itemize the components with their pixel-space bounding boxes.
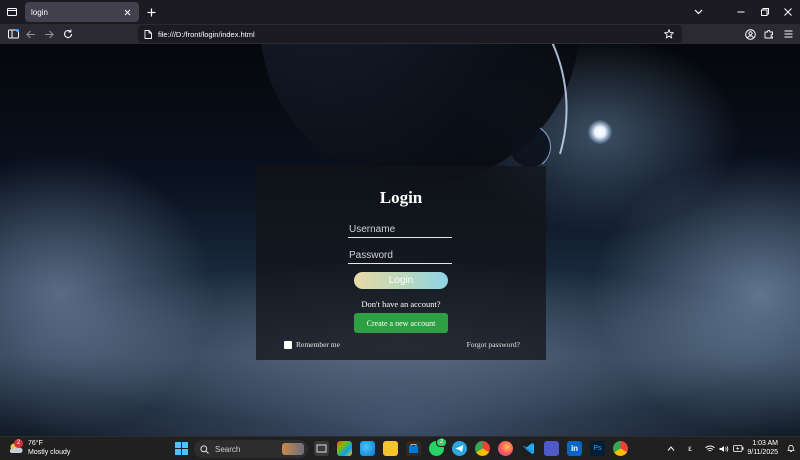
battery-status[interactable] xyxy=(732,441,744,456)
tab-list-button[interactable] xyxy=(0,0,24,24)
windows-taskbar: 2 76°F Mostly cloudy Search 2 in Ps ε 1:… xyxy=(0,436,800,460)
notifications-button[interactable] xyxy=(786,441,796,456)
vscode-icon[interactable] xyxy=(521,441,536,456)
copilot-app-icon[interactable] xyxy=(337,441,352,456)
chevron-up-icon xyxy=(667,446,675,451)
chrome-profile-icon[interactable] xyxy=(613,441,628,456)
paper-plane-icon xyxy=(455,445,464,452)
page-background: Login Login Don't have an account? Creat… xyxy=(0,44,800,436)
whatsapp-icon[interactable]: 2 xyxy=(429,438,447,456)
extensions-button[interactable] xyxy=(761,26,777,42)
linkedin-icon[interactable]: in xyxy=(567,441,582,456)
plus-icon xyxy=(147,8,155,16)
chrome-browser-icon[interactable] xyxy=(475,441,490,456)
weather-badge: 2 xyxy=(14,439,23,448)
back-button[interactable] xyxy=(23,26,39,42)
arrow-right-icon xyxy=(45,30,54,38)
browser-tab-strip: login xyxy=(0,0,800,24)
speaker-icon xyxy=(719,445,729,452)
whatsapp-badge: 2 xyxy=(436,438,447,447)
login-card: Login Login Don't have an account? Creat… xyxy=(256,166,546,360)
vscode-logo-icon xyxy=(523,443,534,454)
weather-temperature: 76°F xyxy=(28,440,43,447)
close-window-button[interactable] xyxy=(780,4,796,20)
clock-time: 1:03 AM xyxy=(752,440,778,447)
minimize-icon xyxy=(737,11,745,13)
star-icon xyxy=(664,29,674,39)
forgot-password-link[interactable]: Forgot password? xyxy=(467,340,520,349)
battery-charging-icon xyxy=(732,445,743,452)
restore-icon xyxy=(761,8,769,16)
remember-me-checkbox[interactable] xyxy=(284,340,292,349)
search-icon xyxy=(200,444,209,454)
sidebar-toggle-button[interactable] xyxy=(5,26,21,42)
edge-browser-icon[interactable] xyxy=(360,441,375,456)
tab-title: login xyxy=(31,7,48,17)
remember-me-label: Remember me xyxy=(296,340,340,349)
moon-glow-decoration xyxy=(588,120,612,144)
new-tab-button[interactable] xyxy=(143,4,159,20)
puzzle-icon xyxy=(764,30,773,39)
minimize-button[interactable] xyxy=(733,4,749,20)
reload-icon xyxy=(64,29,73,39)
system-clock[interactable]: 1:03 AM 9/11/2025 xyxy=(747,439,778,457)
create-account-button[interactable]: Create a new account xyxy=(354,313,448,333)
search-highlight-icon xyxy=(282,443,304,455)
file-explorer-icon[interactable] xyxy=(383,441,398,456)
tab-list-icon xyxy=(7,8,17,16)
microsoft-store-icon[interactable] xyxy=(406,441,421,456)
forward-button[interactable] xyxy=(41,26,57,42)
volume-status[interactable] xyxy=(718,441,730,456)
hamburger-icon xyxy=(784,30,792,38)
store-bag-icon xyxy=(409,444,418,453)
weather-condition: Mostly cloudy xyxy=(28,449,71,456)
clock-date: 9/11/2025 xyxy=(747,449,778,456)
no-account-text: Don't have an account? xyxy=(361,299,441,309)
chevron-down-icon xyxy=(694,9,702,15)
show-hidden-icons-button[interactable] xyxy=(666,441,676,456)
browser-tab-login[interactable]: login xyxy=(25,2,139,22)
cloud-icon: 2 xyxy=(8,439,24,456)
windows-logo-icon xyxy=(175,442,188,455)
start-button[interactable] xyxy=(174,441,189,456)
browser-nav-bar: file:///D:/front/login/index.html xyxy=(0,24,800,44)
restore-button[interactable] xyxy=(757,4,773,20)
list-all-tabs-button[interactable] xyxy=(690,4,706,20)
sidebar-icon xyxy=(7,29,19,39)
address-bar[interactable]: file:///D:/front/login/index.html xyxy=(138,25,682,43)
teams-icon[interactable] xyxy=(544,441,559,456)
wifi-status[interactable] xyxy=(704,441,716,456)
reload-button[interactable] xyxy=(60,26,76,42)
firefox-browser-icon[interactable] xyxy=(498,441,513,456)
wifi-icon xyxy=(705,445,715,451)
search-label: Search xyxy=(215,444,241,454)
language-label: ε xyxy=(688,444,692,453)
account-button[interactable] xyxy=(742,26,758,42)
close-icon xyxy=(784,8,792,16)
login-button[interactable]: Login xyxy=(354,272,448,289)
login-title: Login xyxy=(379,188,423,207)
url-text: file:///D:/front/login/index.html xyxy=(158,29,255,39)
password-input[interactable] xyxy=(348,248,452,264)
close-icon xyxy=(124,9,130,15)
weather-widget[interactable]: 2 76°F Mostly cloudy xyxy=(8,439,70,457)
app-menu-button[interactable] xyxy=(780,26,796,42)
username-input[interactable] xyxy=(348,222,452,238)
tab-close-button[interactable] xyxy=(121,6,133,18)
taskbar-search[interactable]: Search xyxy=(194,440,308,458)
bell-icon xyxy=(787,444,795,452)
telegram-icon[interactable] xyxy=(452,441,467,456)
file-icon xyxy=(144,29,152,39)
bookmark-star-button[interactable] xyxy=(662,27,676,41)
photoshop-icon[interactable]: Ps xyxy=(590,441,605,456)
taskbar-app-task-view[interactable] xyxy=(314,441,329,456)
task-view-icon xyxy=(316,444,327,453)
account-icon xyxy=(744,28,756,40)
remember-me[interactable]: Remember me xyxy=(284,340,340,349)
arrow-left-icon xyxy=(26,30,35,38)
language-indicator[interactable]: ε xyxy=(684,441,696,456)
